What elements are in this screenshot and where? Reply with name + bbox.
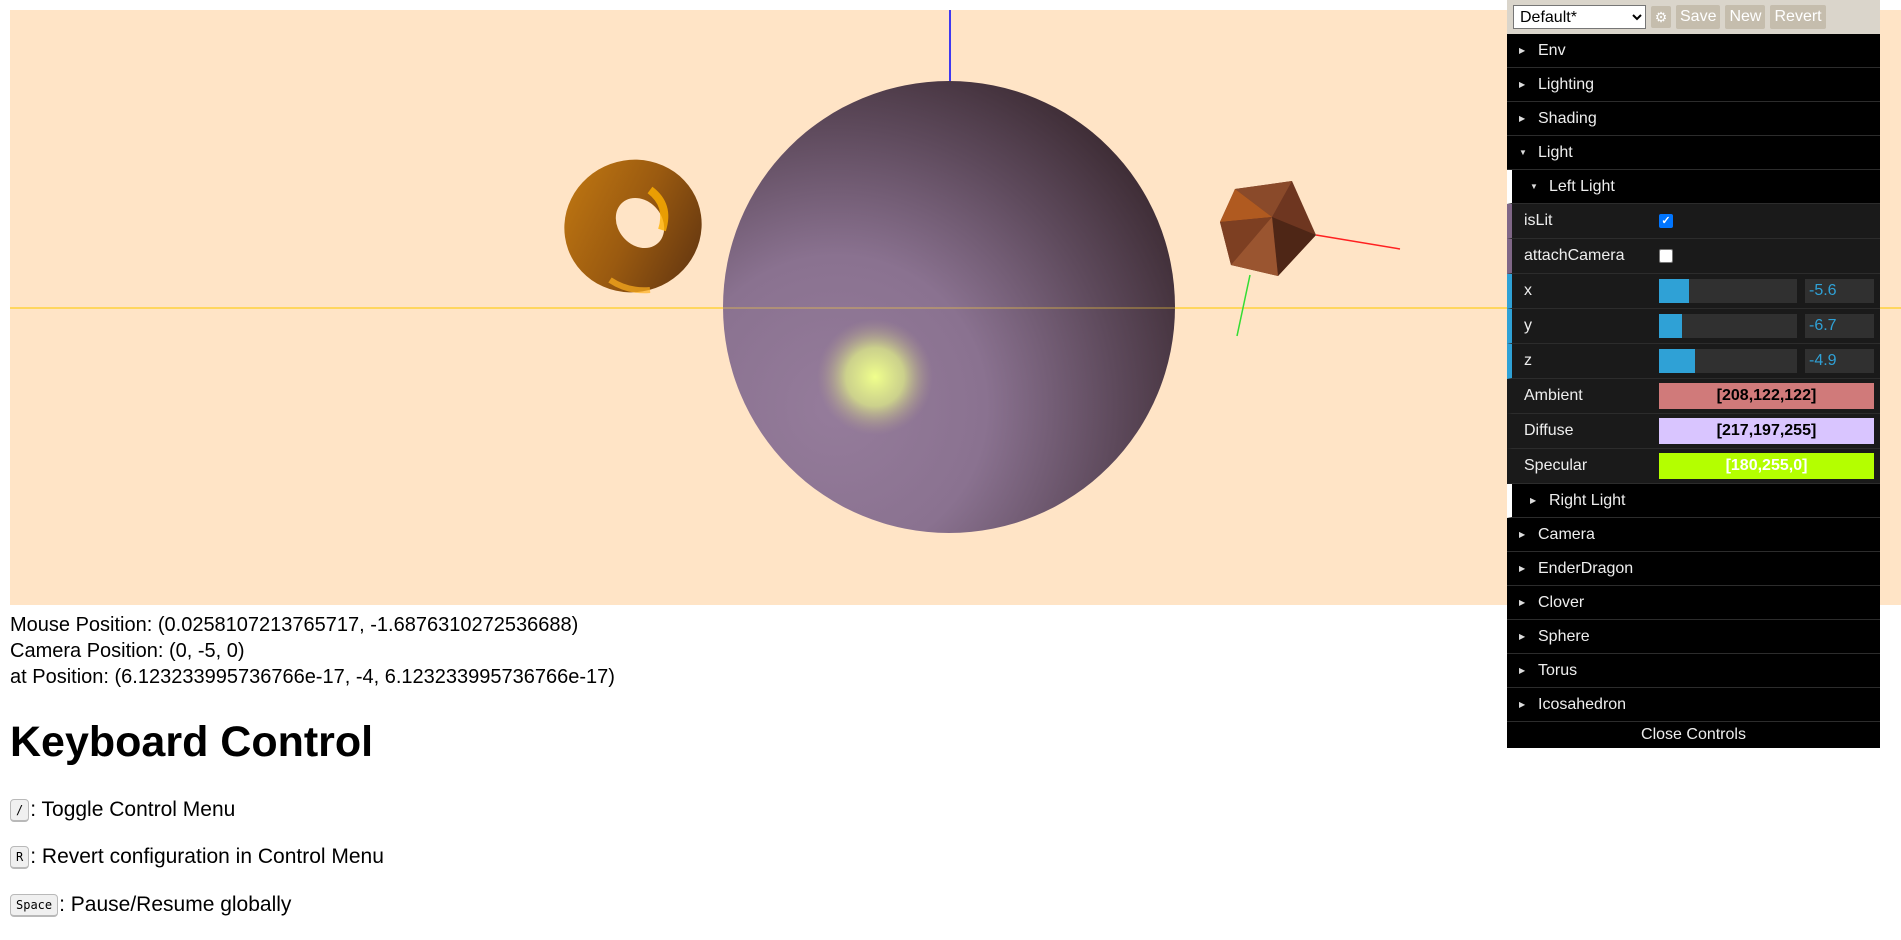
chevron-right-icon: ▶ bbox=[1519, 564, 1526, 573]
mouse-position-text: Mouse Position: (0.0258107213765717, -1.… bbox=[10, 614, 579, 636]
attachcamera-row: attachCamera bbox=[1507, 239, 1880, 274]
key-r: R bbox=[10, 845, 30, 869]
chevron-right-icon: ▶ bbox=[1530, 496, 1537, 505]
z-label: z bbox=[1524, 352, 1532, 369]
keyboard-row-text: : Pause/Resume globally bbox=[59, 893, 292, 916]
folder-sphere[interactable]: ▶ Sphere bbox=[1507, 620, 1880, 654]
key-slash: / bbox=[10, 798, 30, 822]
keyboard-row-text: : Revert configuration in Control Menu bbox=[30, 845, 384, 868]
diffuse-color-picker[interactable]: [217,197,255] bbox=[1659, 418, 1874, 444]
folder-enderdragon[interactable]: ▶ EnderDragon bbox=[1507, 552, 1880, 586]
attachcamera-label: attachCamera bbox=[1524, 247, 1625, 264]
chevron-right-icon: ▶ bbox=[1519, 114, 1526, 123]
folder-torus[interactable]: ▶ Torus bbox=[1507, 654, 1880, 688]
keyboard-row-revert: R: Revert configuration in Control Menu bbox=[10, 843, 384, 871]
folder-light[interactable]: ▼ Light bbox=[1507, 136, 1880, 170]
folder-right-light[interactable]: ▶ Right Light bbox=[1507, 484, 1880, 518]
close-controls-button[interactable]: Close Controls bbox=[1507, 722, 1880, 748]
specular-label: Specular bbox=[1524, 457, 1588, 474]
ambient-row: Ambient [208,122,122] bbox=[1507, 379, 1880, 414]
key-space: Space bbox=[10, 893, 59, 917]
y-label: y bbox=[1524, 317, 1532, 334]
x-slider[interactable] bbox=[1659, 279, 1797, 303]
folder-clover[interactable]: ▶ Clover bbox=[1507, 586, 1880, 620]
folder-icosahedron[interactable]: ▶ Icosahedron bbox=[1507, 688, 1880, 722]
keyboard-control-heading: Keyboard Control bbox=[10, 718, 374, 766]
x-label: x bbox=[1524, 282, 1532, 299]
attachcamera-checkbox[interactable] bbox=[1659, 249, 1673, 263]
info-panel: Mouse Position: (0.0258107213765717, -1.… bbox=[10, 612, 615, 690]
gear-icon[interactable]: ⚙ bbox=[1651, 6, 1671, 28]
folder-env[interactable]: ▶ Env bbox=[1507, 34, 1880, 68]
specular-highlight bbox=[817, 319, 933, 435]
z-input[interactable]: -4.9 bbox=[1805, 349, 1874, 373]
chevron-right-icon: ▶ bbox=[1519, 598, 1526, 607]
y-slider[interactable] bbox=[1659, 314, 1797, 338]
preset-select[interactable]: Default* bbox=[1513, 5, 1646, 29]
chevron-down-icon: ▼ bbox=[1530, 182, 1538, 191]
y-row: y -6.7 bbox=[1507, 309, 1880, 344]
x-input[interactable]: -5.6 bbox=[1805, 279, 1874, 303]
chevron-right-icon: ▶ bbox=[1519, 46, 1526, 55]
islit-label: isLit bbox=[1524, 212, 1553, 229]
y-input[interactable]: -6.7 bbox=[1805, 314, 1874, 338]
diffuse-row: Diffuse [217,197,255] bbox=[1507, 414, 1880, 449]
chevron-right-icon: ▶ bbox=[1519, 666, 1526, 675]
torus-object bbox=[564, 159, 702, 294]
control-panel: Default* ⚙ Save New Revert ▶ Env ▶ Lightin… bbox=[1507, 0, 1880, 748]
keyboard-row-toggle: /: Toggle Control Menu bbox=[10, 796, 235, 824]
chevron-right-icon: ▶ bbox=[1519, 80, 1526, 89]
folder-shading[interactable]: ▶ Shading bbox=[1507, 102, 1880, 136]
camera-position-text: Camera Position: (0, -5, 0) bbox=[10, 640, 245, 662]
chevron-right-icon: ▶ bbox=[1519, 530, 1526, 539]
chevron-down-icon: ▼ bbox=[1519, 148, 1527, 157]
x-row: x -5.6 bbox=[1507, 274, 1880, 309]
specular-row: Specular [180,255,0] bbox=[1507, 449, 1880, 484]
islit-checkbox[interactable] bbox=[1659, 214, 1673, 228]
ambient-color-picker[interactable]: [208,122,122] bbox=[1659, 383, 1874, 409]
revert-button[interactable]: Revert bbox=[1770, 5, 1826, 29]
at-position-text: at Position: (6.123233995736766e-17, -4,… bbox=[10, 666, 615, 688]
icosahedron-object bbox=[1220, 181, 1401, 337]
save-button[interactable]: Save bbox=[1676, 5, 1721, 29]
folder-camera[interactable]: ▶ Camera bbox=[1507, 518, 1880, 552]
preset-toolbar: Default* ⚙ Save New Revert bbox=[1507, 0, 1880, 34]
keyboard-row-pause: Space: Pause/Resume globally bbox=[10, 891, 291, 919]
chevron-right-icon: ▶ bbox=[1519, 632, 1526, 641]
keyboard-row-text: : Toggle Control Menu bbox=[30, 798, 236, 821]
islit-row: isLit bbox=[1507, 204, 1880, 239]
diffuse-label: Diffuse bbox=[1524, 422, 1574, 439]
new-button[interactable]: New bbox=[1725, 5, 1766, 29]
chevron-right-icon: ▶ bbox=[1519, 700, 1526, 709]
folder-left-light[interactable]: ▼ Left Light bbox=[1507, 170, 1880, 204]
folder-lighting[interactable]: ▶ Lighting bbox=[1507, 68, 1880, 102]
z-slider[interactable] bbox=[1659, 349, 1797, 373]
z-row: z -4.9 bbox=[1507, 344, 1880, 379]
ambient-label: Ambient bbox=[1524, 387, 1583, 404]
specular-color-picker[interactable]: [180,255,0] bbox=[1659, 453, 1874, 479]
sphere-object bbox=[723, 81, 1175, 533]
